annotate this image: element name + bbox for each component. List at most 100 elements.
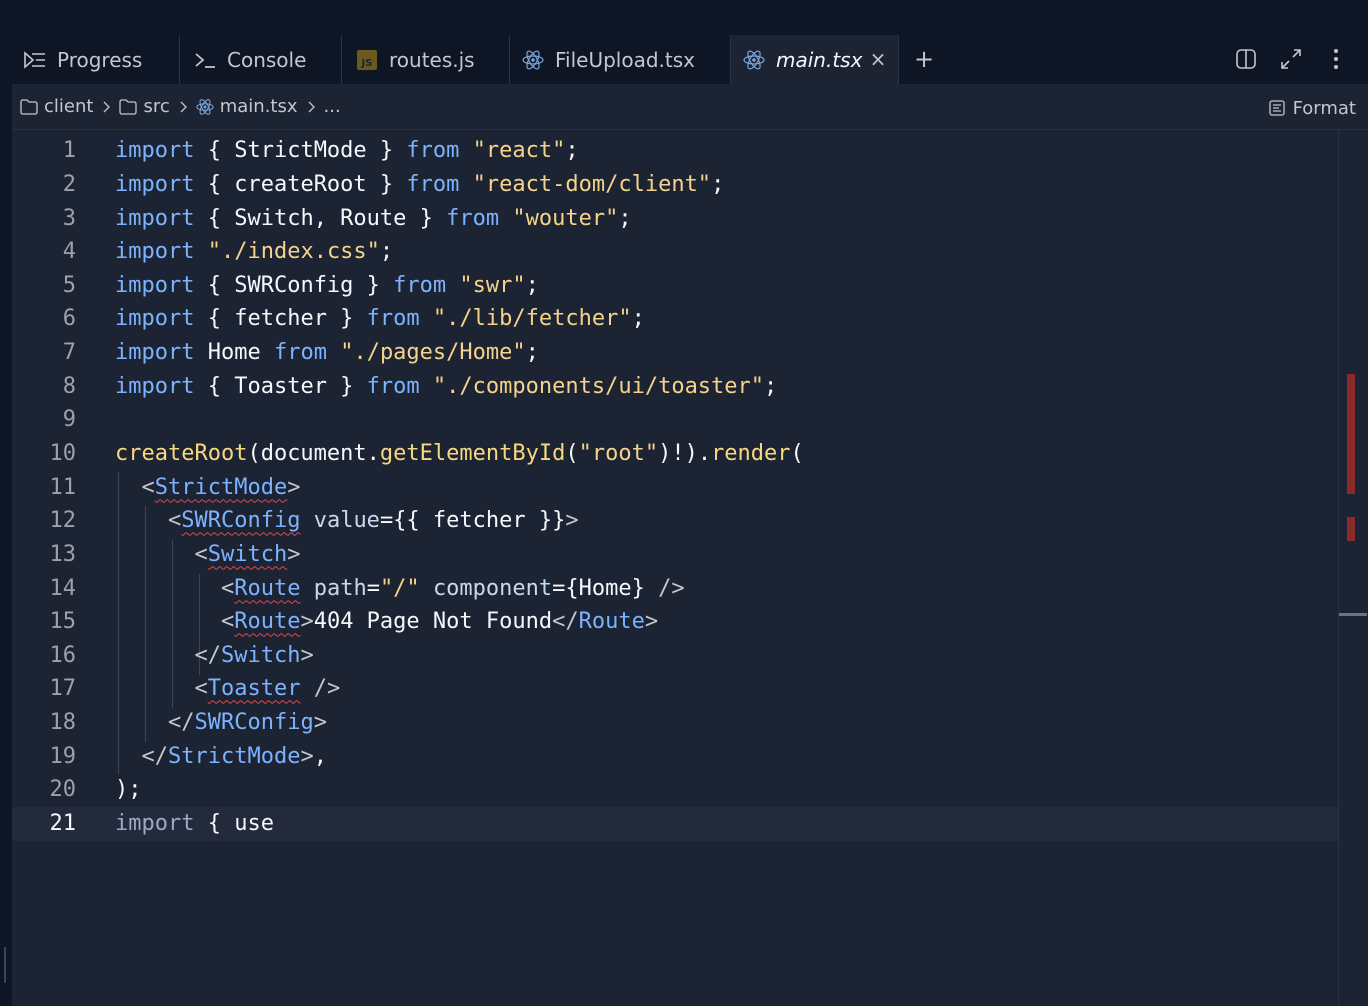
tab-label: main.tsx bbox=[776, 47, 863, 72]
format-button[interactable]: Format bbox=[1268, 96, 1356, 120]
line-number: 11 bbox=[49, 475, 77, 501]
tab-label: Console bbox=[227, 47, 307, 72]
tab-label: Progress bbox=[57, 47, 143, 72]
line-number: 21 bbox=[49, 811, 77, 837]
tab-label: FileUpload.tsx bbox=[555, 47, 695, 72]
code-text: <Toaster /> bbox=[194, 676, 341, 702]
line-number: 6 bbox=[62, 306, 76, 332]
format-icon bbox=[1268, 99, 1287, 117]
code-line: 8 import { Toaster } from "./components/… bbox=[12, 370, 1338, 404]
folder-icon bbox=[119, 98, 138, 116]
vertical-scrollbar[interactable] bbox=[1338, 131, 1368, 1006]
breadcrumb-label: main.tsx bbox=[219, 96, 298, 117]
breadcrumb-label: client bbox=[44, 96, 94, 117]
chevron-right-icon bbox=[307, 101, 315, 113]
code-line: 13 <Switch> bbox=[12, 538, 1338, 572]
line-number: 7 bbox=[62, 340, 76, 366]
chevron-right-icon bbox=[179, 101, 187, 113]
code-line: 5 import { SWRConfig } from "swr"; bbox=[12, 269, 1338, 303]
line-number: 20 bbox=[49, 777, 77, 803]
line-number: 10 bbox=[49, 441, 77, 467]
left-panel-edge bbox=[0, 35, 12, 1006]
line-number: 17 bbox=[49, 676, 77, 702]
split-pane-icon[interactable] bbox=[1234, 47, 1258, 71]
code-text: import { Switch, Route } from "wouter"; bbox=[115, 206, 632, 232]
code-line: 17 <Toaster /> bbox=[12, 672, 1338, 706]
tab-fileupload-tsx[interactable]: FileUpload.tsx bbox=[510, 35, 731, 84]
code-text: <Route>404 Page Not Found</Route> bbox=[220, 609, 659, 635]
code-text: </StrictMode>, bbox=[141, 744, 327, 770]
code-editor[interactable]: 1 import { StrictMode } from "react"; 2 … bbox=[12, 131, 1338, 1006]
line-number: 15 bbox=[49, 609, 77, 635]
tab-main-tsx[interactable]: main.tsx × bbox=[731, 35, 899, 84]
breadcrumb-item-src[interactable]: src bbox=[119, 96, 170, 117]
code-line-current: 21 import { use bbox=[12, 807, 1338, 841]
js-file-icon: JS bbox=[356, 49, 378, 71]
code-text: import { Toaster } from "./components/ui… bbox=[115, 374, 778, 400]
editor-panel: Progress Console JS routes.js FileUpload… bbox=[12, 35, 1368, 1006]
line-number: 3 bbox=[62, 206, 76, 232]
tab-label: routes.js bbox=[389, 47, 475, 72]
folder-icon bbox=[20, 98, 38, 116]
code-line: 2 import { createRoot } from "react-dom/… bbox=[12, 168, 1338, 202]
format-label: Format bbox=[1292, 97, 1356, 119]
code-text: createRoot(document.getElementById("root… bbox=[115, 441, 804, 467]
code-text: </Switch> bbox=[194, 643, 314, 669]
code-line: 18 </SWRConfig> bbox=[12, 706, 1338, 740]
code-line: 4 import "./index.css"; bbox=[12, 235, 1338, 269]
code-line: 1 import { StrictMode } from "react"; bbox=[12, 134, 1338, 168]
add-tab-button[interactable]: + bbox=[912, 47, 936, 71]
breadcrumb-item-main-tsx[interactable]: main.tsx bbox=[196, 96, 298, 117]
react-icon bbox=[196, 98, 214, 116]
line-number: 5 bbox=[62, 273, 76, 299]
line-number: 2 bbox=[62, 172, 76, 198]
more-vertical-icon[interactable] bbox=[1324, 47, 1348, 71]
code-text: import Home from "./pages/Home"; bbox=[115, 340, 539, 366]
code-line: 20 ); bbox=[12, 773, 1338, 807]
code-text: ); bbox=[115, 777, 142, 803]
code-text: import { SWRConfig } from "swr"; bbox=[115, 273, 539, 299]
react-icon bbox=[522, 49, 544, 71]
code-line: 14 <Route path="/" component={Home} /> bbox=[12, 572, 1338, 606]
code-text: <SWRConfig value={{ fetcher }}> bbox=[167, 508, 579, 534]
code-text: import { StrictMode } from "react"; bbox=[115, 138, 579, 164]
code-line: 15 <Route>404 Page Not Found</Route> bbox=[12, 605, 1338, 639]
code-text: import { createRoot } from "react-dom/cl… bbox=[115, 172, 725, 198]
code-line: 7 import Home from "./pages/Home"; bbox=[12, 336, 1338, 370]
line-number: 8 bbox=[62, 374, 76, 400]
tab-bar: Progress Console JS routes.js FileUpload… bbox=[12, 35, 1368, 84]
svg-text:JS: JS bbox=[361, 58, 373, 69]
code-text: <StrictMode> bbox=[141, 475, 301, 501]
code-line: 9 bbox=[12, 403, 1338, 437]
code-text: </SWRConfig> bbox=[167, 710, 327, 736]
error-marker bbox=[1347, 517, 1355, 541]
code-line: 10 createRoot(document.getElementById("r… bbox=[12, 437, 1338, 471]
chevron-right-icon bbox=[102, 101, 111, 113]
code-text: <Route path="/" component={Home} /> bbox=[220, 576, 685, 602]
line-number: 12 bbox=[49, 508, 77, 534]
breadcrumb-item-more[interactable]: ... bbox=[324, 96, 341, 117]
react-icon bbox=[743, 49, 765, 71]
tab-progress[interactable]: Progress bbox=[12, 35, 180, 84]
line-number: 18 bbox=[49, 710, 77, 736]
line-number: 1 bbox=[62, 138, 76, 164]
line-number: 14 bbox=[49, 576, 77, 602]
code-text: import "./index.css"; bbox=[115, 239, 394, 265]
code-line: 11 <StrictMode> bbox=[12, 471, 1338, 505]
tab-console[interactable]: Console bbox=[180, 35, 342, 84]
console-icon bbox=[194, 49, 216, 71]
code-text: import { fetcher } from "./lib/fetcher"; bbox=[115, 306, 645, 332]
code-line: 16 </Switch> bbox=[12, 639, 1338, 673]
breadcrumb-item-client[interactable]: client bbox=[20, 96, 93, 117]
close-tab-icon[interactable]: × bbox=[868, 48, 888, 70]
resize-handle[interactable] bbox=[4, 947, 6, 983]
error-marker bbox=[1347, 374, 1355, 494]
cursor-position-marker bbox=[1339, 613, 1367, 616]
code-line: 19 </StrictMode>, bbox=[12, 740, 1338, 774]
tab-routes-js[interactable]: JS routes.js bbox=[342, 35, 510, 84]
line-number: 4 bbox=[62, 239, 76, 265]
progress-icon bbox=[24, 49, 46, 71]
code-text: import { use bbox=[115, 811, 274, 837]
code-text: <Switch> bbox=[194, 542, 301, 568]
expand-icon[interactable] bbox=[1279, 47, 1303, 71]
